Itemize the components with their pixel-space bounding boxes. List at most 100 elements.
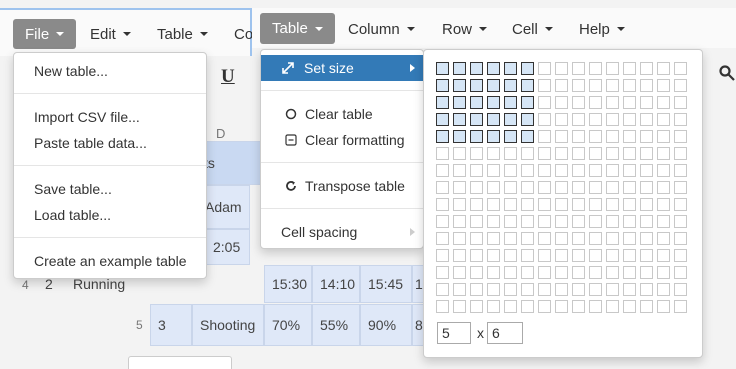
grid-cell[interactable] (657, 300, 670, 313)
grid-cell-selected[interactable] (470, 130, 483, 143)
grid-cell-selected[interactable] (453, 113, 466, 126)
grid-cell[interactable] (589, 164, 602, 177)
grid-cell[interactable] (606, 215, 619, 228)
grid-cell[interactable] (504, 283, 517, 296)
menu-help[interactable]: Help (579, 11, 625, 47)
link-icon[interactable] (718, 64, 736, 84)
grid-cell[interactable] (606, 79, 619, 92)
grid-cell[interactable] (521, 232, 534, 245)
grid-cell[interactable] (623, 232, 636, 245)
grid-cell[interactable] (640, 249, 653, 262)
grid-cell[interactable] (538, 249, 551, 262)
grid-cell[interactable] (470, 300, 483, 313)
grid-cell[interactable] (623, 300, 636, 313)
grid-cell-selected[interactable] (470, 79, 483, 92)
menu-item-cell-spacing[interactable]: Cell spacing (261, 219, 423, 245)
grid-cell[interactable] (504, 266, 517, 279)
menu-cell[interactable]: Cell (512, 11, 553, 47)
grid-cell[interactable] (555, 283, 568, 296)
grid-cell-selected[interactable] (470, 62, 483, 75)
grid-cell[interactable] (487, 215, 500, 228)
grid-cell[interactable] (606, 232, 619, 245)
grid-cell[interactable] (589, 283, 602, 296)
grid-cell[interactable] (470, 147, 483, 160)
grid-cell[interactable] (487, 181, 500, 194)
menu-edit[interactable]: Edit (90, 19, 131, 49)
grid-cell[interactable] (487, 147, 500, 160)
grid-cell[interactable] (589, 62, 602, 75)
grid-cell[interactable] (640, 164, 653, 177)
grid-cell[interactable] (487, 198, 500, 211)
grid-cell[interactable] (555, 300, 568, 313)
grid-cell[interactable] (674, 113, 687, 126)
grid-cell-selected[interactable] (521, 96, 534, 109)
grid-cell[interactable] (640, 283, 653, 296)
grid-cell[interactable] (555, 198, 568, 211)
grid-cell[interactable] (555, 266, 568, 279)
grid-cell-selected[interactable] (521, 62, 534, 75)
grid-cell[interactable] (657, 130, 670, 143)
grid-cell-selected[interactable] (487, 96, 500, 109)
grid-cell[interactable] (453, 181, 466, 194)
grid-cell[interactable] (674, 232, 687, 245)
grid-cell[interactable] (555, 181, 568, 194)
grid-cell[interactable] (538, 232, 551, 245)
grid-cell[interactable] (606, 147, 619, 160)
grid-cell-selected[interactable] (504, 96, 517, 109)
grid-cell[interactable] (589, 249, 602, 262)
grid-cell[interactable] (555, 79, 568, 92)
grid-cell[interactable] (606, 266, 619, 279)
grid-cell[interactable] (521, 181, 534, 194)
grid-cell[interactable] (589, 198, 602, 211)
grid-cell[interactable] (657, 232, 670, 245)
grid-cell[interactable] (623, 62, 636, 75)
cell[interactable]: Shooting (192, 304, 264, 346)
grid-cell[interactable] (606, 130, 619, 143)
grid-cell[interactable] (674, 79, 687, 92)
grid-cell[interactable] (572, 300, 585, 313)
grid-cell[interactable] (657, 181, 670, 194)
grid-cell[interactable] (487, 266, 500, 279)
grid-cell[interactable] (470, 215, 483, 228)
grid-cell[interactable] (538, 96, 551, 109)
grid-cell[interactable] (606, 62, 619, 75)
grid-cell[interactable] (657, 62, 670, 75)
grid-cell-selected[interactable] (504, 113, 517, 126)
cell[interactable]: 14:10 (312, 265, 360, 303)
grid-cell[interactable] (606, 300, 619, 313)
grid-cell[interactable] (623, 283, 636, 296)
grid-cell-selected[interactable] (487, 62, 500, 75)
grid-cell[interactable] (453, 249, 466, 262)
grid-cell[interactable] (623, 198, 636, 211)
grid-cell-selected[interactable] (470, 113, 483, 126)
grid-cell[interactable] (589, 79, 602, 92)
menu-row[interactable]: Row (442, 11, 488, 47)
grid-cell[interactable] (470, 198, 483, 211)
grid-cell[interactable] (606, 96, 619, 109)
menu-item-clear-table[interactable]: Clear table (261, 101, 423, 127)
grid-cell[interactable] (436, 283, 449, 296)
grid-cell[interactable] (572, 164, 585, 177)
grid-cell[interactable] (453, 147, 466, 160)
grid-cell[interactable] (436, 147, 449, 160)
grid-cell[interactable] (487, 283, 500, 296)
grid-cell[interactable] (470, 283, 483, 296)
grid-cell[interactable] (623, 181, 636, 194)
grid-cell[interactable] (674, 300, 687, 313)
underline-button[interactable]: U (221, 66, 235, 88)
grid-cell[interactable] (606, 283, 619, 296)
grid-cell[interactable] (640, 300, 653, 313)
grid-cell[interactable] (555, 130, 568, 143)
grid-cell[interactable] (504, 181, 517, 194)
bottom-tab[interactable] (128, 356, 232, 369)
grid-cell[interactable] (657, 96, 670, 109)
grid-cell[interactable] (436, 215, 449, 228)
grid-cell[interactable] (521, 164, 534, 177)
grid-cell[interactable] (538, 215, 551, 228)
grid-cell[interactable] (470, 266, 483, 279)
menu-item-set-size[interactable]: Set size (261, 55, 423, 81)
grid-cell[interactable] (623, 215, 636, 228)
grid-cell[interactable] (453, 300, 466, 313)
menu-item-paste-data[interactable]: Paste table data... (14, 130, 206, 156)
menu-item-transpose[interactable]: Transpose table (261, 173, 423, 199)
